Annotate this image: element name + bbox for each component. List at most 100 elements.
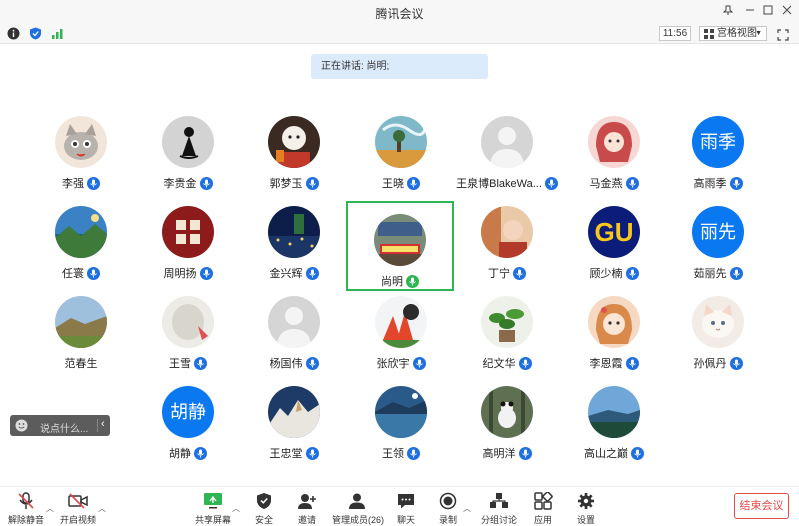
- chat-placeholder: 说点什么...: [40, 424, 89, 435]
- mic-icon: [625, 266, 639, 280]
- avatar: [268, 296, 320, 348]
- speaking-indicator: 正在讲话: 尚明;: [311, 54, 488, 79]
- mic-icon: [199, 266, 213, 280]
- unmute-button[interactable]: 解除静音: [8, 492, 44, 526]
- signal-icon[interactable]: [51, 27, 64, 40]
- participant-tile-active-speaker[interactable]: 尚明: [346, 201, 454, 291]
- maximize-icon[interactable]: [759, 3, 777, 21]
- participant-tile[interactable]: 丁宁: [453, 193, 561, 283]
- chat-button[interactable]: 聊天: [394, 492, 418, 526]
- participant-tile[interactable]: 李恩霞: [560, 283, 668, 373]
- participant-name: 王晓: [382, 178, 404, 190]
- participant-name: 高山之巅: [584, 448, 628, 460]
- avatar: [375, 296, 427, 348]
- participant-tile[interactable]: 王雪: [134, 283, 242, 373]
- participant-tile[interactable]: 纪文华: [453, 283, 561, 373]
- chat-quick-input[interactable]: 说点什么... ‹: [10, 415, 110, 436]
- mic-icon: [305, 356, 319, 370]
- chevron-up-icon[interactable]: ︿: [463, 503, 471, 514]
- mic-icon: [412, 356, 426, 370]
- participant-name: 高雨季: [693, 178, 727, 190]
- mic-icon: [407, 176, 420, 190]
- participant-tile[interactable]: 任寰: [27, 193, 135, 283]
- mic-icon: [199, 176, 213, 190]
- shield-icon[interactable]: [29, 27, 42, 40]
- settings-button[interactable]: 设置: [574, 492, 598, 526]
- participant-tile[interactable]: 马金燕: [560, 103, 668, 193]
- apps-icon: [533, 491, 553, 510]
- mic-icon: [631, 446, 644, 460]
- breakout-icon: [489, 492, 509, 510]
- participant-tile[interactable]: 李贵金: [134, 103, 242, 193]
- pin-icon[interactable]: [719, 3, 737, 21]
- emoji-icon[interactable]: [15, 419, 28, 432]
- avatar: [692, 296, 744, 348]
- avatar: 雨季: [692, 116, 744, 168]
- participant-tile[interactable]: 孙佩丹: [664, 283, 772, 373]
- avatar: [55, 116, 107, 168]
- participant-name: 纪文华: [482, 358, 516, 370]
- participant-tile[interactable]: 李强: [27, 103, 135, 193]
- chevron-up-icon[interactable]: ︿: [232, 503, 240, 514]
- participant-name: 王忠堂: [269, 448, 303, 460]
- grid-icon: [704, 29, 714, 39]
- fullscreen-icon[interactable]: [777, 28, 789, 41]
- avatar: 胡静: [162, 386, 214, 438]
- info-icon[interactable]: [7, 27, 20, 40]
- mic-icon: [407, 446, 420, 460]
- participant-tile[interactable]: 杨国伟: [240, 283, 348, 373]
- participant-tile[interactable]: 张欣宇: [347, 283, 455, 373]
- participant-tile[interactable]: 丽先 茹丽先: [664, 193, 772, 283]
- chevron-up-icon[interactable]: ︿: [98, 503, 106, 514]
- manage-members-button[interactable]: 管理成员(26): [332, 492, 384, 526]
- mic-muted-icon: [16, 492, 36, 510]
- participant-tile[interactable]: 王忠堂: [240, 373, 348, 463]
- participant-name: 丁宁: [488, 268, 510, 280]
- end-meeting-button[interactable]: 结束会议: [734, 493, 789, 519]
- participant-tile[interactable]: 周明扬: [134, 193, 242, 283]
- participant-name: 顾少楠: [589, 268, 623, 280]
- start-video-button[interactable]: 开启视频: [60, 492, 96, 526]
- view-mode-button[interactable]: 宫格视图 ▼: [699, 26, 767, 41]
- invite-button[interactable]: 邀请: [295, 492, 319, 526]
- participant-name: 杨国伟: [269, 358, 303, 370]
- avatar: [481, 116, 533, 168]
- participant-tile[interactable]: 王晓: [347, 103, 455, 193]
- breakout-rooms-button[interactable]: 分组讨论: [481, 492, 517, 526]
- chevron-left-icon[interactable]: ‹: [101, 418, 105, 430]
- close-icon[interactable]: [778, 3, 796, 21]
- participant-tile[interactable]: 金兴辉: [240, 193, 348, 283]
- start-video-label: 开启视频: [59, 515, 96, 525]
- mic-icon: [544, 176, 558, 190]
- participant-tile[interactable]: 王泉博BlakeWa...: [453, 103, 561, 193]
- avatar: [162, 296, 214, 348]
- participant-tile[interactable]: 胡静 胡静: [134, 373, 242, 463]
- record-icon: [438, 492, 458, 510]
- record-label: 录制: [438, 515, 457, 525]
- title-bar: 腾讯会议: [0, 0, 799, 24]
- meeting-toolbar: 解除静音 ︿ 开启视频 ︿ 共享屏幕 ︿ 安全 邀请 管理成员(26) 聊天 录…: [0, 486, 799, 526]
- mic-icon: [518, 356, 532, 370]
- participant-name: 范春生: [64, 358, 98, 370]
- participant-tile[interactable]: 高山之巅: [560, 373, 668, 463]
- gear-icon: [576, 492, 596, 510]
- participant-tile[interactable]: GU 顾少楠: [560, 193, 668, 283]
- add-user-icon: [297, 492, 317, 510]
- share-screen-button[interactable]: 共享屏幕: [195, 492, 231, 526]
- mic-icon: [194, 446, 207, 460]
- participant-tile[interactable]: 雨季 高雨季: [664, 103, 772, 193]
- avatar: [268, 206, 320, 258]
- camera-off-icon: [68, 492, 88, 510]
- mic-icon: [513, 266, 526, 280]
- participant-name: 李贵金: [163, 178, 197, 190]
- participant-tile[interactable]: 范春生: [27, 283, 135, 373]
- record-button[interactable]: 录制: [436, 492, 460, 526]
- security-button[interactable]: 安全: [252, 492, 276, 526]
- apps-button[interactable]: 应用: [531, 491, 555, 526]
- minimize-icon[interactable]: [741, 3, 759, 21]
- participant-tile[interactable]: 郭梦玉: [240, 103, 348, 193]
- participant-tile[interactable]: 王领: [347, 373, 455, 463]
- participant-name: 王泉博BlakeWa...: [456, 178, 542, 190]
- participant-tile[interactable]: 高明洋: [453, 373, 561, 463]
- chat-label: 聊天: [396, 515, 415, 525]
